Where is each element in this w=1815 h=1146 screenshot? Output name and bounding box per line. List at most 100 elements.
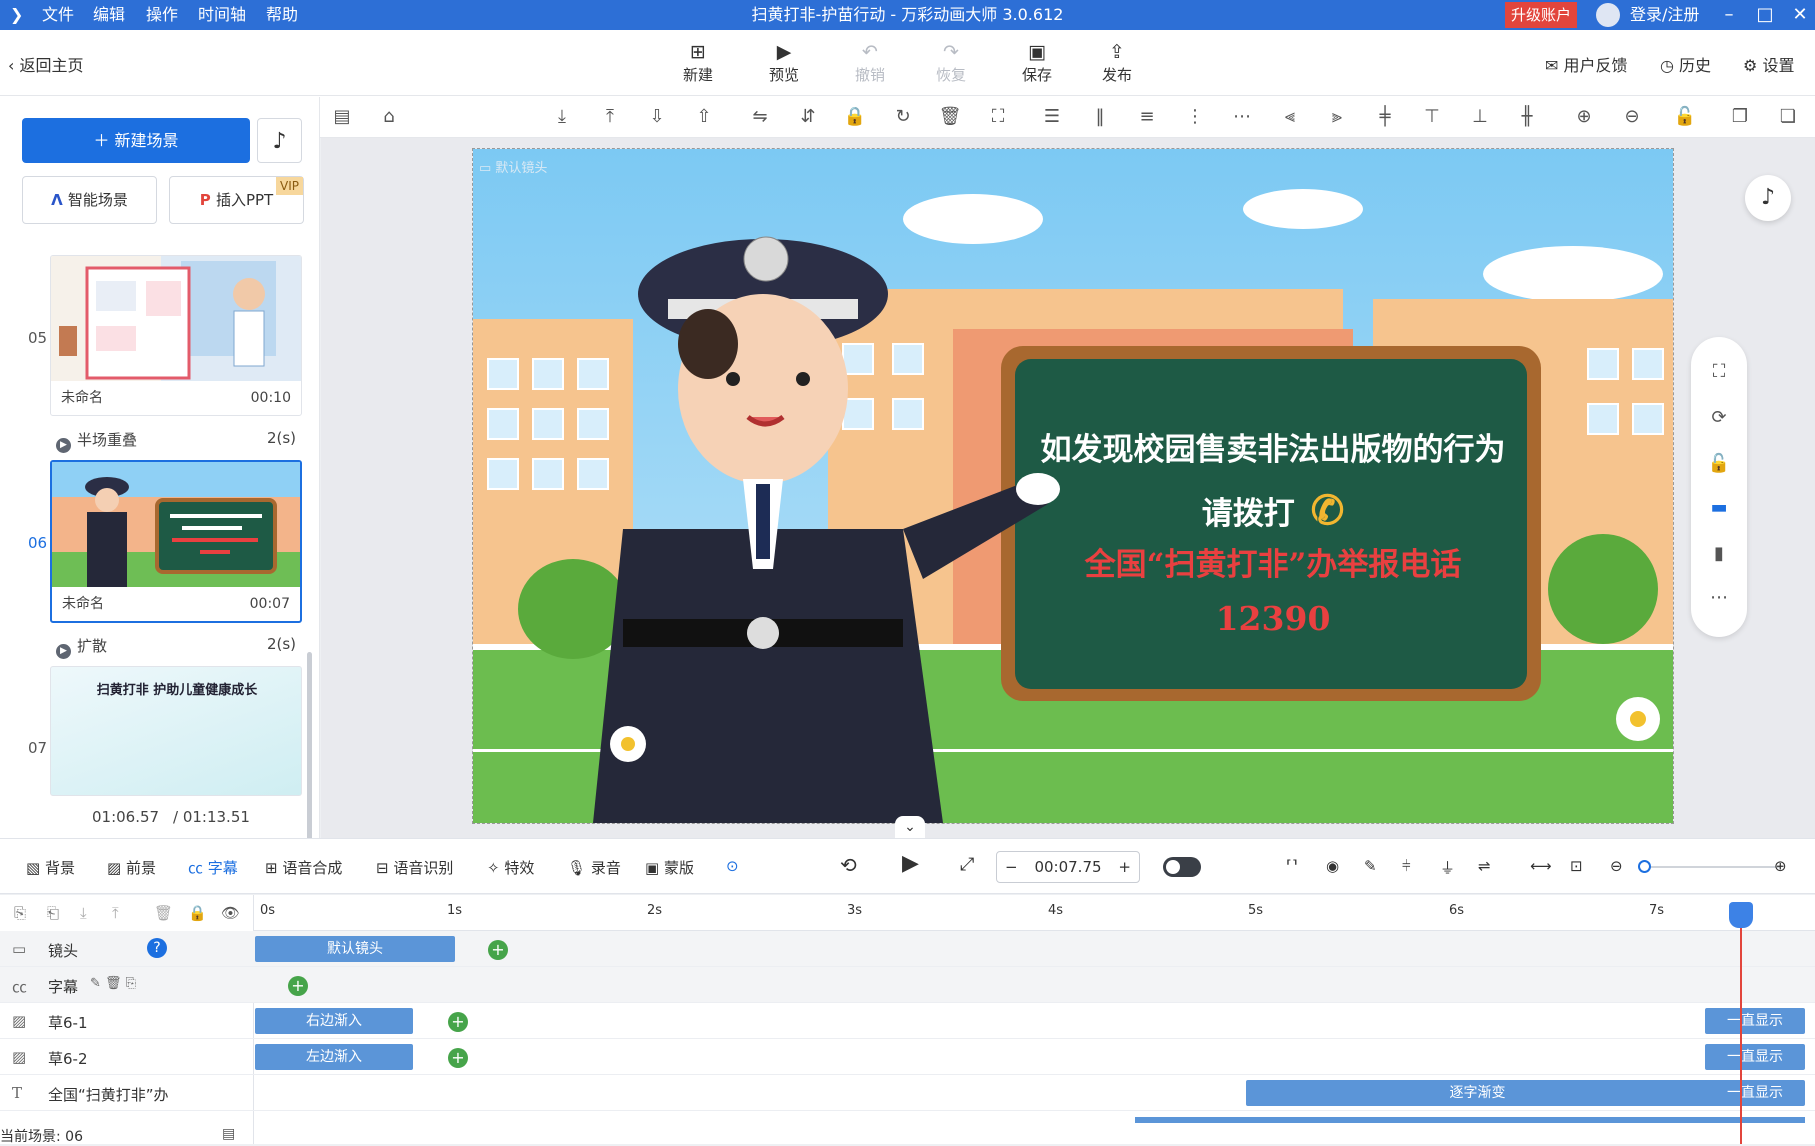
move-down-icon[interactable]: ⇩ [645, 106, 669, 127]
close-icon[interactable]: ✕ [1785, 0, 1815, 30]
minimize-icon[interactable]: – [1714, 0, 1744, 30]
save-button[interactable]: ▣ 保存 [1007, 40, 1067, 85]
add-keyframe-icon[interactable]: + [448, 1048, 468, 1068]
desktop-view-icon[interactable]: ▬ [1691, 497, 1747, 518]
fullscreen-icon[interactable]: ⤢ [960, 854, 974, 875]
subtitle-edit-icon[interactable]: ✎ 🗑 ⎘ [90, 976, 136, 991]
stage-canvas[interactable]: ▭ 默认镜头 如发现校园售卖非法出版物的行为 请拨打 ✆ 全国“扫黄打非”办举报电… [472, 148, 1674, 824]
animation-clip[interactable]: 逐字渐变 [1246, 1080, 1709, 1106]
upgrade-button[interactable]: 升级账户 [1505, 2, 1578, 28]
adjust-icon[interactable]: ⇌ [1478, 857, 1491, 875]
toggle-switch[interactable] [1163, 857, 1201, 877]
filter-icon[interactable]: ⏚ [1440, 857, 1455, 878]
zoom-out-icon[interactable]: ⊖ [1620, 106, 1644, 127]
fit-screen-icon[interactable]: ⛶ [1691, 361, 1747, 382]
scene-list-scrollbar[interactable] [307, 652, 312, 857]
lock-all-icon[interactable]: 🔒 [188, 904, 207, 922]
maximize-icon[interactable]: □ [1750, 0, 1780, 30]
scene-list-icon[interactable]: ▤ [222, 1126, 235, 1142]
smart-scene-button[interactable]: Λ 智能场景 [22, 176, 157, 224]
add-keyframe-icon[interactable]: + [288, 976, 308, 996]
align-middle-icon[interactable]: ≡ [1135, 106, 1159, 127]
exit-clip[interactable]: 一直显示 [1705, 1008, 1805, 1034]
replay-icon[interactable]: ⟲ [840, 853, 857, 877]
history-button[interactable]: ◷ 历史 [1660, 52, 1711, 76]
more-tabs-icon[interactable]: ⊙ [726, 857, 739, 875]
zoom-in-icon[interactable]: ⊕ [1774, 857, 1787, 875]
home-icon[interactable]: ⌂ [377, 106, 401, 127]
avatar-icon[interactable] [1596, 3, 1620, 27]
visibility-icon[interactable]: 👁 [221, 904, 240, 922]
move-bottom-icon[interactable]: ⤓ [550, 106, 574, 127]
insert-ppt-button[interactable]: P 插入PPT VIP [169, 176, 304, 224]
current-time-field[interactable]: 00:07.75 [1034, 858, 1101, 876]
preview-button[interactable]: ▶ 预览 [754, 40, 814, 85]
zoom-slider-handle[interactable] [1638, 860, 1651, 873]
partial-clip[interactable] [1135, 1117, 1805, 1123]
camera-clip[interactable]: 默认镜头 [255, 936, 455, 962]
delete-layer-icon[interactable]: 🗑 [154, 904, 173, 922]
exit-clip[interactable]: 一直显示 [1705, 1080, 1805, 1106]
undo-button[interactable]: ↶ 撤销 [840, 40, 900, 85]
scene-card-05[interactable]: 未命名 00:10 [50, 255, 302, 416]
paste-icon[interactable]: ❏ [1776, 106, 1800, 127]
add-keyframe-icon[interactable]: + [448, 1012, 468, 1032]
flip-vertical-icon[interactable]: ⇵ [796, 106, 820, 127]
align-vcenter-icon[interactable]: ╫ [1515, 106, 1539, 127]
minus-icon[interactable]: − [1005, 852, 1018, 882]
zoom-slider[interactable] [1640, 866, 1780, 868]
timeline-row-layer[interactable]: ▨ 草6-2 左边渐入 + 一直显示 [0, 1039, 1815, 1075]
align-left-icon[interactable]: ⫷ [1278, 106, 1302, 127]
time-ruler[interactable]: 0s 1s 2s 3s 4s 5s 6s 7s [254, 895, 1815, 931]
move-top-icon[interactable]: ⤒ [598, 106, 622, 127]
tab-subtitle[interactable]: ㏄ 字幕 [188, 857, 238, 878]
align-bottom-icon[interactable]: ⊥ [1468, 106, 1492, 127]
distribute-h-icon[interactable]: ⋮ [1183, 106, 1207, 127]
align-right-icon[interactable]: ⫸ [1325, 106, 1349, 127]
distribute-v-icon[interactable]: ⋯ [1230, 106, 1254, 127]
unlock-icon[interactable]: 🔓 [1673, 106, 1697, 127]
time-stepper[interactable]: − 00:07.75 + [996, 851, 1140, 883]
fit-width-icon[interactable]: ⟷ [1530, 857, 1552, 875]
move-down-layer-icon[interactable]: ⤓ [80, 904, 87, 922]
align-top-icon[interactable]: ⊤ [1420, 106, 1444, 127]
timeline-row-subtitle[interactable]: ㏄ 字幕 ✎ 🗑 ⎘ + [0, 967, 1815, 1003]
move-up-icon[interactable]: ⇧ [692, 106, 716, 127]
animation-clip[interactable]: 右边渐入 [255, 1008, 413, 1034]
transition-item[interactable]: ▶ 半场重叠 2(s) [56, 429, 296, 453]
settings-button[interactable]: ⚙ 设置 [1743, 52, 1794, 76]
new-folder-icon[interactable]: ⎘ [14, 904, 26, 922]
rotate-icon[interactable]: ↻ [891, 106, 915, 127]
music-button[interactable]: ♪ [257, 118, 302, 163]
animation-clip[interactable]: 左边渐入 [255, 1044, 413, 1070]
rotate-camera-icon[interactable]: ⟳ [1691, 407, 1747, 428]
tab-mask[interactable]: ▣ 蒙版 [645, 857, 694, 878]
redo-button[interactable]: ↷ 恢复 [921, 40, 981, 85]
camera-fit-icon[interactable]: ⸢⸣ [1286, 857, 1298, 875]
edit-icon[interactable]: ✎ [1364, 857, 1377, 875]
new-scene-button[interactable]: ＋ 新建场景 [22, 118, 250, 163]
collapse-panel-button[interactable]: ⌄ [895, 816, 925, 838]
ruler-icon[interactable]: ▤ [330, 106, 354, 127]
timeline-row-camera[interactable]: ▭ 镜头 ? 默认镜头 + [0, 931, 1815, 967]
copy-icon[interactable]: ❐ [1728, 106, 1752, 127]
login-link[interactable]: 登录/注册 [1630, 0, 1699, 30]
tab-record[interactable]: 🎙 录音 [567, 857, 621, 878]
unlock-icon[interactable]: 🔓 [1691, 453, 1747, 474]
tab-asr[interactable]: ⊟ 语音识别 [376, 857, 453, 878]
delete-icon[interactable]: 🗑 [938, 106, 962, 127]
plus-icon[interactable]: + [1118, 852, 1131, 882]
transition-item[interactable]: ▶ 扩散 2(s) [56, 635, 296, 659]
tab-foreground[interactable]: ▨ 前景 [107, 857, 156, 878]
playhead[interactable] [1740, 905, 1742, 1144]
add-keyframe-icon[interactable]: + [488, 940, 508, 960]
exit-clip[interactable]: 一直显示 [1705, 1044, 1805, 1070]
align-bar-icon[interactable]: ‖ [1088, 106, 1112, 127]
feedback-button[interactable]: ✉ 用户反馈 [1545, 52, 1628, 76]
one-to-one-icon[interactable]: ⊡ [1570, 857, 1583, 875]
new-button[interactable]: ⊞ 新建 [668, 40, 728, 85]
tab-effects[interactable]: ✧ 特效 [487, 857, 534, 878]
move-up-layer-icon[interactable]: ⤒ [112, 904, 119, 922]
zoom-in-icon[interactable]: ⊕ [1572, 106, 1596, 127]
help-icon[interactable]: ? [147, 938, 167, 958]
